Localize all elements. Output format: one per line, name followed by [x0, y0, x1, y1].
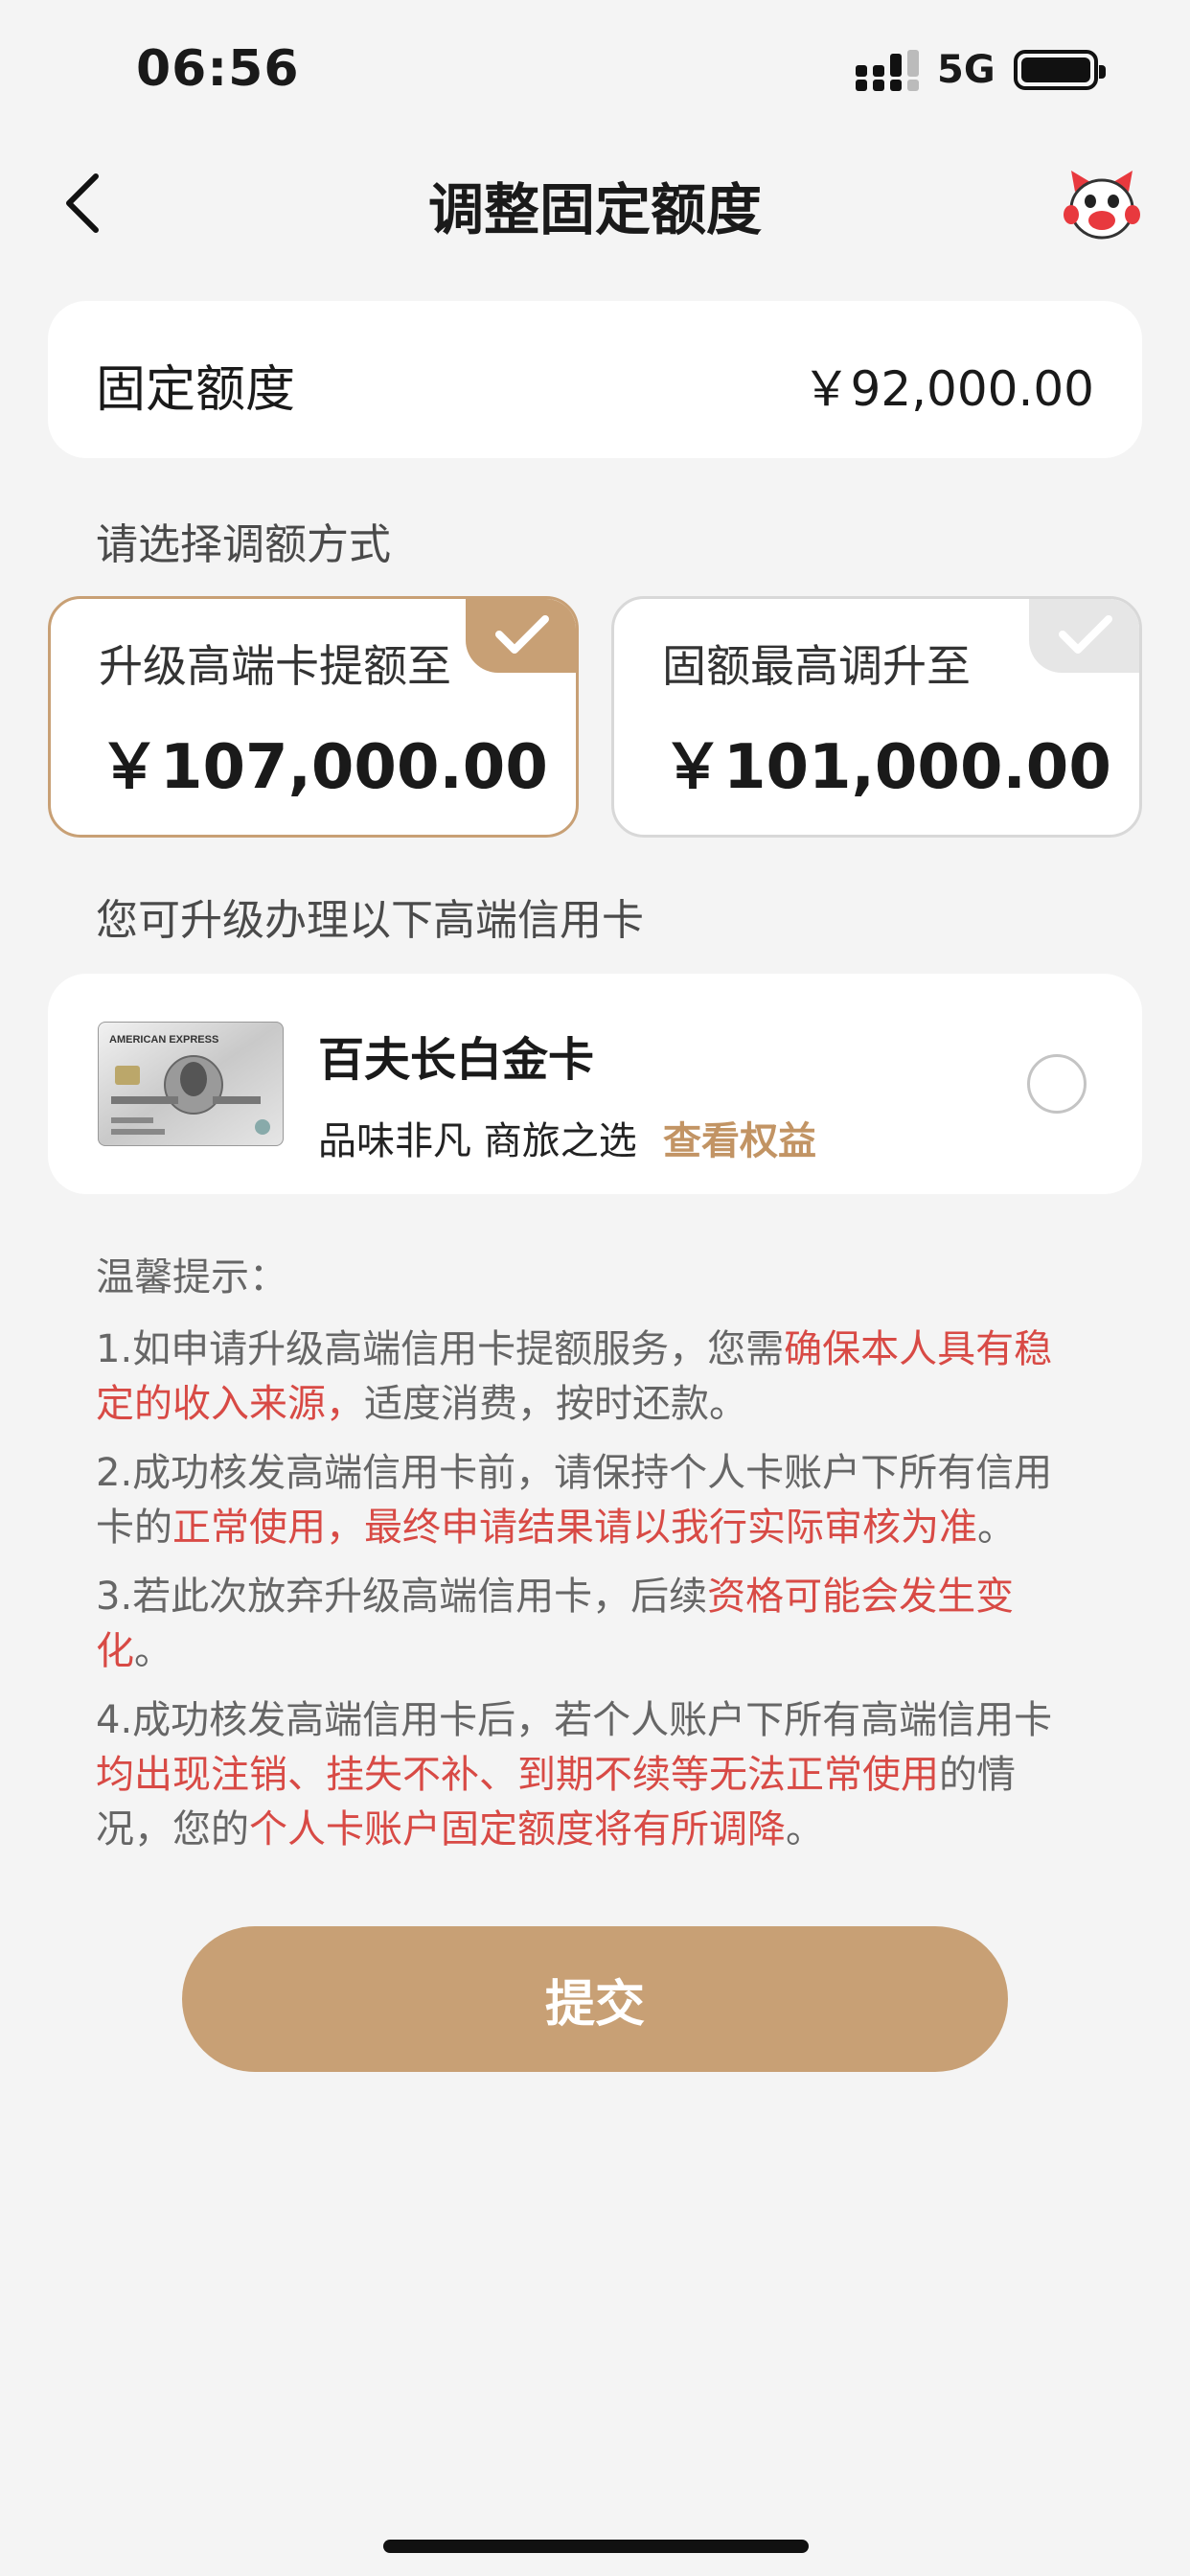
fixed-limit-value: ￥92,000.00 — [802, 361, 1094, 417]
mascot-icon[interactable] — [1062, 163, 1142, 243]
checkmark-icon — [466, 599, 576, 673]
tips-section: 温馨提示： 1.如申请升级高端信用卡提额服务，您需确保本人具有稳定的收入来源，适… — [96, 1246, 1064, 1872]
tip-highlight: 正常使用，最终申请结果请以我行实际审核为准 — [172, 1506, 977, 1550]
fixed-limit-label: 固定额度 — [96, 361, 296, 419]
upgrade-section-label: 您可升级办理以下高端信用卡 — [96, 896, 644, 945]
tip-item-4: 4.成功核发高端信用卡后，若个人账户下所有高端信用卡均出现注销、挂失不补、到期不… — [96, 1693, 1064, 1857]
option-label: 固额最高调升至 — [662, 640, 971, 692]
fixed-limit-card: 固定额度 ￥92,000.00 — [48, 301, 1142, 458]
tip-text: 4.成功核发高端信用卡后，若个人账户下所有高端信用卡 — [96, 1698, 1053, 1742]
upgrade-card-item[interactable]: AMERICAN EXPRESS 百夫长白金卡 品味非凡 商旅之选 查看权益 — [48, 974, 1142, 1194]
status-bar: 06:56 5G — [0, 0, 1190, 144]
tip-text: 1.如申请升级高端信用卡提额服务，您需 — [96, 1327, 785, 1371]
tips-title: 温馨提示： — [96, 1255, 287, 1300]
home-indicator[interactable] — [383, 2540, 809, 2553]
status-time: 06:56 — [136, 40, 300, 98]
checkmark-icon — [1029, 599, 1139, 673]
tip-text: 适度消费，按时还款。 — [364, 1382, 747, 1426]
option-upgrade-card[interactable]: 升级高端卡提额至 ￥107,000.00 — [48, 596, 579, 838]
tip-item-1: 1.如申请升级高端信用卡提额服务，您需确保本人具有稳定的收入来源，适度消费，按时… — [96, 1322, 1064, 1432]
page-title: 调整固定额度 — [427, 177, 762, 242]
submit-button[interactable]: 提交 — [182, 1926, 1008, 2072]
tip-text: 。 — [786, 1807, 824, 1852]
tip-highlight: 均出现注销、挂失不补、到期不续等无法正常使用 — [96, 1753, 939, 1797]
card-select-radio[interactable] — [1027, 1054, 1087, 1114]
card-name: 百夫长白金卡 — [318, 1033, 595, 1087]
choose-method-label: 请选择调额方式 — [96, 520, 391, 569]
tip-text: 。 — [977, 1506, 1016, 1550]
card-brand-text: AMERICAN EXPRESS — [109, 1034, 218, 1046]
option-fixed-limit-raise[interactable]: 固额最高调升至 ￥101,000.00 — [611, 596, 1142, 838]
option-value: ￥107,000.00 — [99, 732, 548, 803]
tip-item-2: 2.成功核发高端信用卡前，请保持个人卡账户下所有信用卡的正常使用，最终申请结果请… — [96, 1446, 1064, 1555]
tip-item-3: 3.若此次放弃升级高端信用卡，后续资格可能会发生变化。 — [96, 1570, 1064, 1679]
network-type: 5G — [937, 48, 995, 92]
view-benefits-link[interactable]: 查看权益 — [663, 1110, 816, 1165]
tip-text: 3.若此次放弃升级高端信用卡，后续 — [96, 1575, 708, 1619]
option-value: ￥101,000.00 — [662, 732, 1111, 803]
option-label: 升级高端卡提额至 — [99, 640, 451, 692]
signal-icon — [856, 50, 919, 91]
credit-card-image: AMERICAN EXPRESS — [98, 1022, 284, 1146]
tip-highlight: 个人卡账户固定额度将有所调降 — [249, 1807, 786, 1852]
tip-text: 。 — [134, 1629, 172, 1673]
nav-bar: 调整固定额度 — [0, 153, 1190, 249]
card-description: 品味非凡 商旅之选 — [318, 1119, 637, 1163]
battery-icon — [1014, 50, 1106, 90]
